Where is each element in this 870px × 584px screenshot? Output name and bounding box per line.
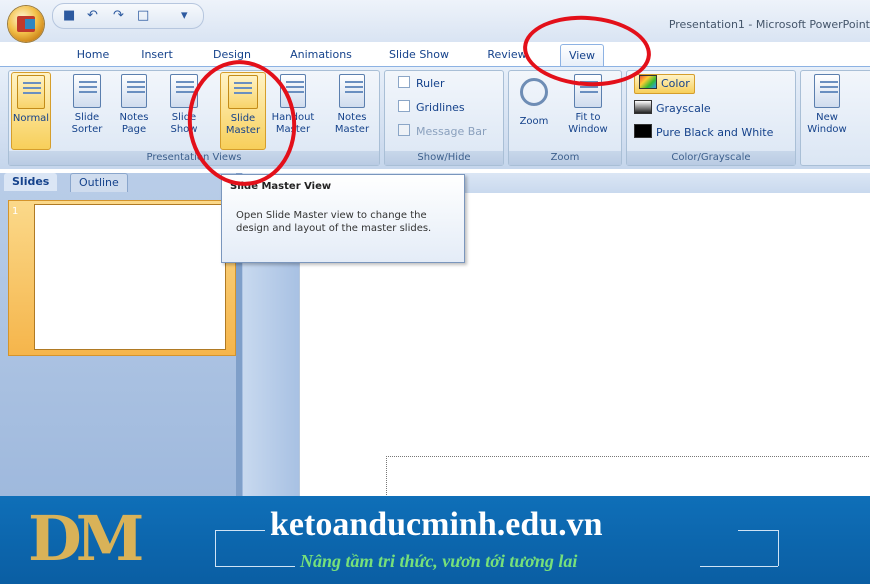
banner-line-right-bottom — [700, 566, 778, 567]
title-placeholder[interactable] — [386, 456, 870, 497]
quick-access-toolbar: ■ ↶ ↷ □ ▾ — [52, 3, 204, 29]
tab-insert[interactable]: Insert — [137, 44, 177, 66]
notes-master-button[interactable]: Notes Master — [330, 72, 374, 148]
notes-page-icon — [121, 74, 147, 108]
gridlines-label: Gridlines — [416, 101, 465, 114]
notes-page-button[interactable]: Notes Page — [116, 72, 152, 148]
grayscale-swatch-icon — [634, 100, 652, 114]
gridlines-checkbox-box — [398, 100, 410, 112]
zoom-label: Zoom — [519, 116, 549, 127]
tooltip: Slide Master View Open Slide Master view… — [221, 174, 465, 263]
office-logo-icon — [17, 16, 35, 32]
grayscale-button[interactable]: Grayscale — [634, 100, 711, 118]
slide-thumbnail[interactable] — [34, 204, 226, 350]
fit-label-1: Fit to — [575, 112, 601, 123]
redo-icon[interactable]: ↷ — [113, 8, 124, 24]
ruler-checkbox-box — [398, 76, 410, 88]
save-icon[interactable]: ■ — [63, 8, 75, 24]
slide-sorter-label-1: Slide — [74, 112, 100, 123]
slide-sorter-button[interactable]: Slide Sorter — [68, 72, 106, 148]
undo-icon[interactable]: ↶ — [87, 8, 98, 24]
group-label-show-hide: Show/Hide — [385, 151, 503, 165]
message-bar-label: Message Bar — [416, 125, 487, 138]
message-bar-checkbox[interactable]: Message Bar — [398, 124, 487, 140]
new-window-label-2: Window — [807, 124, 847, 135]
color-swatch-icon — [639, 75, 657, 89]
slide-number: 1 — [12, 206, 19, 217]
normal-view-icon — [17, 75, 45, 109]
gridlines-checkbox[interactable]: Gridlines — [398, 100, 465, 116]
notes-master-label-2: Master — [334, 124, 370, 135]
tab-animations[interactable]: Animations — [285, 44, 357, 66]
normal-label: Normal — [12, 113, 50, 124]
tooltip-body: Open Slide Master view to change the des… — [236, 210, 432, 234]
print-preview-icon[interactable]: □ — [137, 8, 149, 24]
message-bar-checkbox-box — [398, 124, 410, 136]
tab-slides[interactable]: Slides — [4, 173, 58, 191]
tab-slide-show[interactable]: Slide Show — [385, 44, 453, 66]
banner-line-left-bottom — [215, 566, 295, 567]
notes-page-label-2: Page — [121, 124, 147, 135]
ruler-label: Ruler — [416, 77, 445, 90]
pure-black-white-label: Pure Black and White — [656, 126, 774, 139]
pure-black-white-button[interactable]: Pure Black and White — [634, 124, 773, 142]
banner-line-left-top — [215, 530, 265, 531]
banner-line-right-vert — [778, 530, 779, 566]
normal-view-button[interactable]: Normal — [11, 72, 51, 150]
ruler-checkbox[interactable]: Ruler — [398, 76, 444, 92]
color-label: Color — [661, 77, 690, 90]
group-label-presentation-views: Presentation Views — [9, 151, 379, 165]
notes-master-icon — [339, 74, 365, 108]
tab-outline[interactable]: Outline — [70, 173, 128, 192]
new-window-icon — [814, 74, 840, 108]
black-white-swatch-icon — [634, 124, 652, 138]
zoom-button[interactable]: Zoom — [514, 72, 554, 148]
slide-sorter-label-2: Sorter — [71, 124, 103, 135]
customize-qat-icon[interactable]: ▾ — [181, 8, 188, 24]
office-button[interactable] — [8, 6, 44, 42]
group-label-zoom: Zoom — [509, 151, 621, 165]
new-window-label-1: New — [816, 112, 838, 123]
brand-logo: DM — [28, 502, 144, 575]
fit-label-2: Window — [568, 124, 608, 135]
notes-page-label-1: Notes — [119, 112, 149, 123]
group-label-color-grayscale: Color/Grayscale — [627, 151, 795, 165]
banner-line-left-vert — [215, 530, 216, 566]
window-title: Presentation1 - Microsoft PowerPoint — [668, 18, 870, 31]
pane-tabs: Slides Outline — [0, 173, 243, 193]
magnifier-icon — [520, 78, 548, 106]
new-window-button[interactable]: New Window — [804, 72, 850, 148]
brand-slogan: Nâng tầm tri thức, vươn tới tương lai — [300, 551, 578, 571]
banner-line-right-top — [738, 530, 778, 531]
grayscale-label: Grayscale — [656, 102, 711, 115]
notes-master-label-1: Notes — [337, 112, 367, 123]
color-button[interactable]: Color — [634, 74, 695, 94]
tab-home[interactable]: Home — [73, 44, 113, 66]
slide-sorter-icon — [73, 74, 101, 108]
brand-website: ketoanducminh.edu.vn — [270, 506, 603, 543]
